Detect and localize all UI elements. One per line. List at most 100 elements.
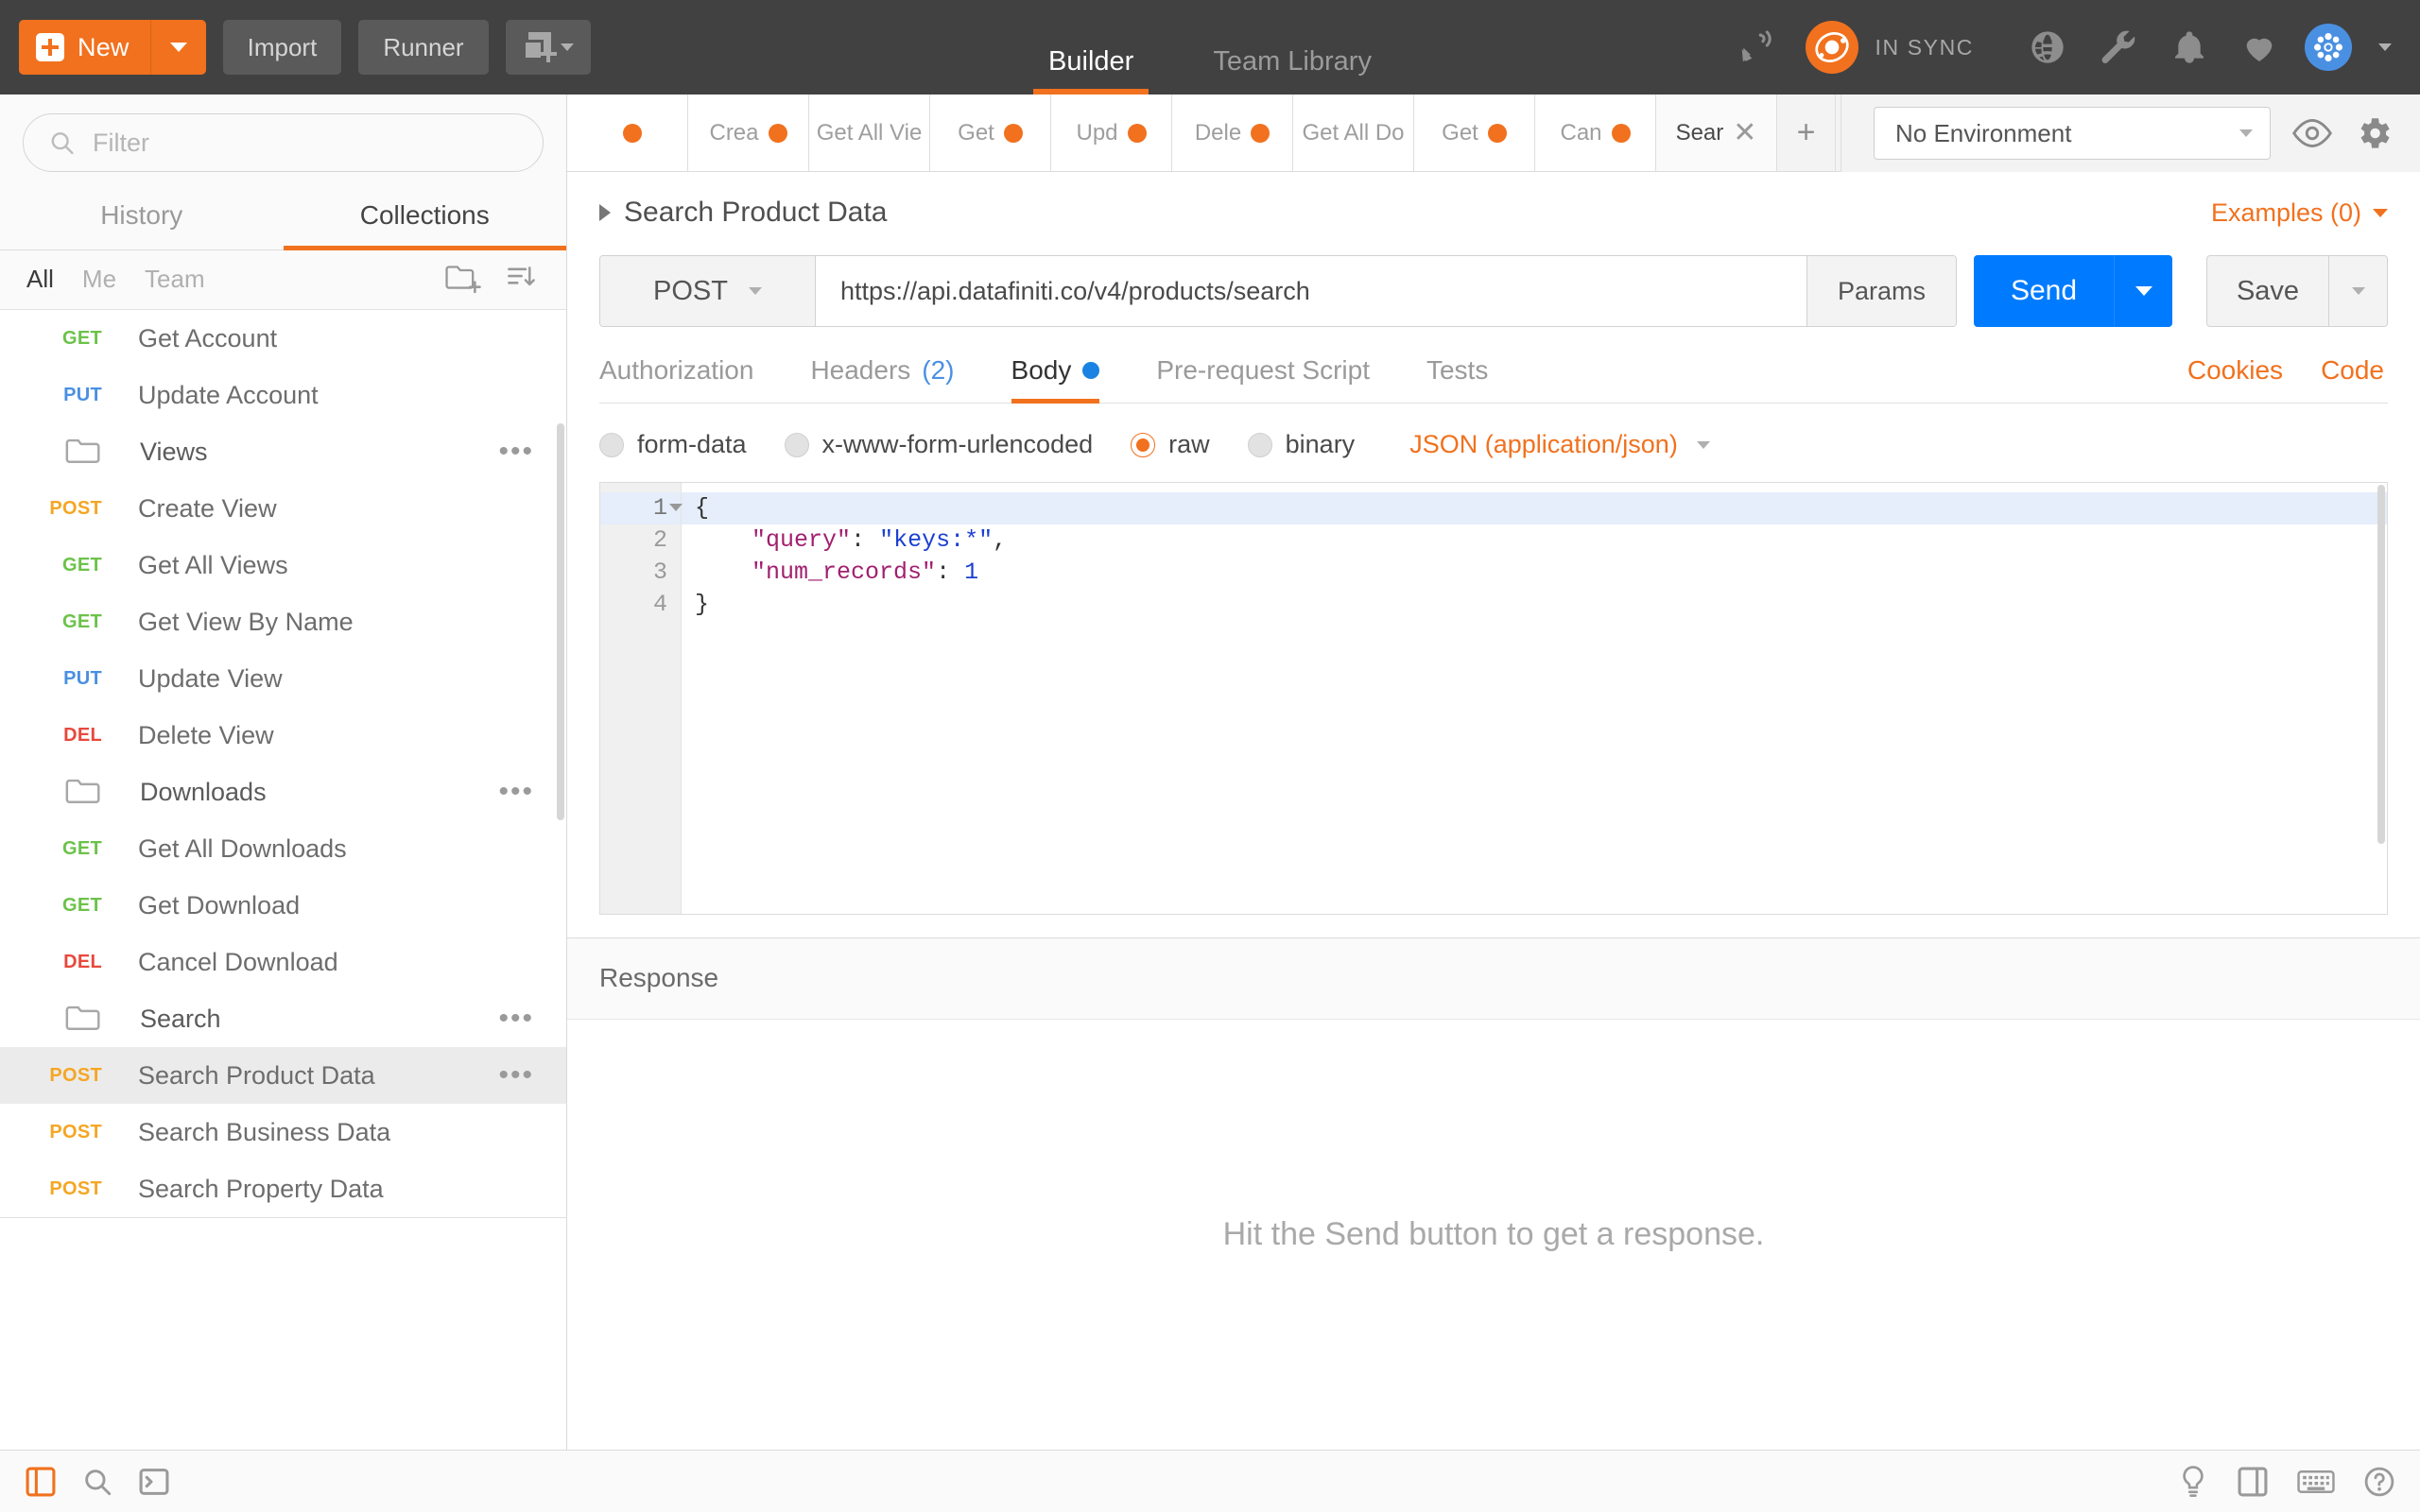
filter-box[interactable] [23,113,544,172]
new-button-dropdown[interactable] [151,20,206,75]
sidebar-tab-history[interactable]: History [0,187,284,249]
collection-request-row[interactable]: GET Get Download [0,877,566,934]
wrench-icon[interactable] [2099,27,2138,67]
examples-link[interactable]: Examples (0) [2211,198,2388,228]
request-tab[interactable]: Get [930,94,1051,171]
collection-list[interactable]: GET Get Account PUT Update Account Views ••• P… [0,310,566,1450]
sidebar-scrollbar[interactable] [557,423,564,820]
row-more-options-icon[interactable]: ••• [498,1005,566,1033]
collection-request-row[interactable]: POST Search Business Data [0,1104,566,1160]
scope-me[interactable]: Me [82,265,116,294]
body-editor[interactable]: 12 3 4 { "query": "keys:*", "num_records":… [599,482,2388,915]
save-button[interactable]: Save [2206,255,2329,327]
collection-request-row[interactable]: PUT Update View [0,650,566,707]
fold-triangle-icon[interactable] [669,504,683,511]
collection-request-row[interactable]: GET Get View By Name [0,593,566,650]
tab-builder[interactable]: Builder [1009,46,1173,94]
close-icon[interactable]: ✕ [1733,118,1756,147]
new-window-button[interactable] [505,20,591,75]
heart-icon[interactable] [2240,28,2278,66]
console-icon[interactable] [138,1466,170,1498]
add-tab-button[interactable]: + [1777,94,1836,171]
request-tab[interactable]: Sear ✕ [1656,94,1777,171]
collection-request-row[interactable]: GET Get All Downloads [0,820,566,877]
sort-icon[interactable] [506,264,540,294]
globe-icon[interactable] [2029,28,2066,66]
collection-request-row[interactable]: DEL Delete View [0,707,566,764]
tab-team-library[interactable]: Team Library [1173,46,1411,94]
request-tab[interactable]: Get [1414,94,1535,171]
new-folder-icon[interactable] [445,264,481,294]
request-tab[interactable]: Get All Do [1293,94,1414,171]
response-body: Hit the Send button to get a response. [567,1018,2420,1450]
sidebar-tab-collections[interactable]: Collections [283,187,567,250]
request-tab[interactable]: Dele [1172,94,1293,171]
send-button[interactable]: Send [1974,255,2114,327]
request-tab-strip: Crea Get All Vie Get Upd Dele Get All Do Get Ca… [567,94,2420,172]
tab-authorization[interactable]: Authorization [599,355,782,403]
request-method-badge: GET [61,554,102,576]
request-tab[interactable]: Crea [688,94,809,171]
triangle-right-icon[interactable] [599,204,611,221]
request-tab[interactable] [567,94,688,171]
tab-headers[interactable]: Headers (2) [782,355,982,403]
collection-folder-row[interactable]: Views ••• [0,423,566,480]
body-type-raw[interactable]: raw [1131,430,1210,459]
scope-team[interactable]: Team [145,265,205,294]
bulb-icon[interactable] [2178,1465,2208,1498]
sidebar-toggle-icon[interactable] [25,1466,57,1498]
editor-scrollbar[interactable] [2377,485,2385,844]
collection-request-row[interactable]: POST Search Product Data ••• [0,1047,566,1104]
eye-icon[interactable] [2291,117,2333,149]
gear-icon[interactable] [2354,113,2394,153]
request-method-badge: PUT [63,667,102,689]
save-dropdown-button[interactable] [2329,255,2388,327]
collection-request-row[interactable]: POST Create View [0,480,566,537]
editor-code[interactable]: { "query": "keys:*", "num_records": 1} [682,483,2387,914]
tab-body[interactable]: Body [983,355,1129,404]
gear-avatar-icon[interactable] [2305,24,2352,71]
new-button-main[interactable]: New [19,20,151,75]
row-more-options-icon[interactable]: ••• [498,1061,566,1090]
url-input[interactable] [816,256,1806,326]
body-format-select[interactable]: JSON (application/json) [1409,430,1710,459]
send-dropdown-button[interactable] [2114,255,2172,327]
save-label: Save [2236,275,2300,306]
top-bar: New Import Runner Builder Team Library I… [0,0,2420,94]
collection-request-row[interactable]: GET Get Account [0,310,566,367]
import-button[interactable]: Import [222,20,342,75]
body-type-form-data[interactable]: form-data [599,430,747,459]
body-type-binary[interactable]: binary [1247,430,1355,459]
collection-request-row[interactable]: PUT Update Account [0,367,566,423]
request-tab[interactable]: Get All Vie [809,94,930,171]
sidebar: History Collections All Me Team [0,94,567,1450]
broadcast-icon[interactable] [1737,28,1779,66]
layout-icon[interactable] [2237,1466,2269,1498]
request-tab[interactable]: Upd [1051,94,1172,171]
body-type-urlencoded[interactable]: x-www-form-urlencoded [784,430,1093,459]
unsaved-dot-icon [1003,123,1023,143]
environment-select[interactable]: No Environment [1874,107,2271,160]
search-icon[interactable] [81,1466,113,1498]
collection-folder-row[interactable]: Search ••• [0,990,566,1047]
collection-request-row[interactable]: GET Get All Views [0,537,566,593]
collection-request-row[interactable]: DEL Cancel Download [0,934,566,990]
help-icon[interactable] [2363,1466,2395,1498]
collection-folder-row[interactable]: Downloads ••• [0,764,566,820]
tab-pre-request-script[interactable]: Pre-request Script [1128,355,1398,403]
keyboard-icon[interactable] [2297,1468,2335,1496]
tab-tests[interactable]: Tests [1398,355,1516,403]
new-button[interactable]: New [19,20,206,75]
runner-button[interactable]: Runner [358,20,489,75]
params-button[interactable]: Params [1806,256,1956,326]
cookies-link[interactable]: Cookies [2187,355,2283,386]
save-group: Save [2206,255,2388,327]
request-tab[interactable]: Can [1535,94,1656,171]
method-select[interactable]: POST [600,256,816,326]
collection-request-row[interactable]: POST Search Property Data [0,1160,566,1217]
scope-all[interactable]: All [26,265,54,294]
code-link[interactable]: Code [2321,355,2384,386]
bell-icon[interactable] [2170,28,2208,66]
account-chevron-down-icon[interactable] [2378,43,2392,51]
search-input[interactable] [92,128,518,158]
